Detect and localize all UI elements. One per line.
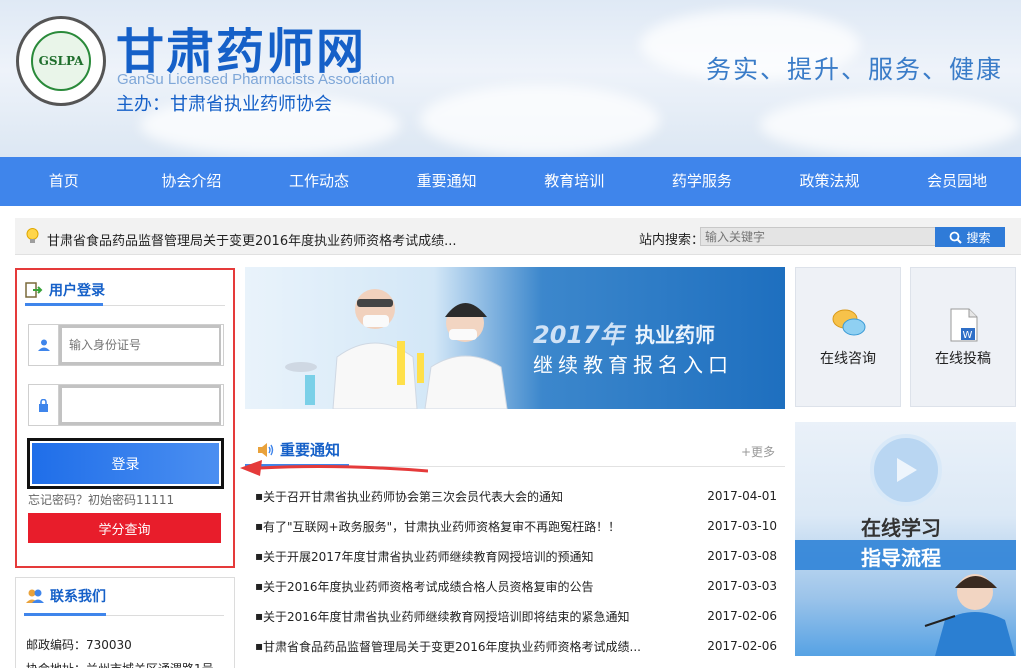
notice-list: ▪ 关于召开甘肃省执业药师协会第三次会员代表大会的通知 2017-04-01 ▪ 有了… — [255, 481, 777, 661]
list-item[interactable]: ▪ 关于开展2017年度甘肃省执业药师继续教育网授培训的预通知 2017-03-08 — [255, 541, 777, 571]
site-subtitle: GanSu Licensed Pharmacists Association — [117, 71, 395, 88]
play-triangle — [897, 458, 917, 482]
more-link[interactable]: +更多 — [741, 443, 775, 460]
id-field — [28, 324, 224, 366]
notice-title[interactable]: 关于2016年度甘肃省执业药师继续教育网授培训即将结束的紧急通知 — [263, 608, 697, 625]
lightbulb-icon — [26, 228, 39, 243]
annotation-arrow-icon — [240, 460, 428, 476]
notice-title[interactable]: 有了"互联网+政务服务"，甘肃执业药师资格复审不再跑冤枉路！！ — [263, 518, 697, 535]
svg-text:W: W — [963, 330, 973, 341]
notices-title-row: 重要通知 — [257, 439, 340, 460]
education-banner[interactable]: 2017年 执业药师 继续教育报名入口 — [245, 267, 785, 409]
notice-title[interactable]: 关于2016年度执业药师资格考试成绩合格人员资格复审的公告 — [263, 578, 697, 595]
cloud-decoration — [760, 95, 1020, 155]
contact-panel: 联系我们 邮政编码：730030 协会地址：兰州市城关区通渭路1号 — [15, 577, 235, 668]
logo-inner: GSLPA — [31, 31, 91, 91]
title-underline — [24, 613, 106, 616]
online-consult-tile[interactable]: 在线咨询 — [795, 267, 901, 407]
association-logo[interactable]: GSLPA — [16, 16, 106, 106]
search-input[interactable] — [700, 227, 936, 246]
notice-title[interactable]: 甘肃省食品药品监督管理局关于变更2016年度执业药师资格考试成绩... — [263, 638, 697, 655]
login-door-icon — [25, 282, 43, 298]
site-header: GSLPA 甘肃药师网 GanSu Licensed Pharmacists A… — [0, 0, 1021, 157]
scrolling-notice[interactable]: 甘肃省食品药品监督管理局关于变更2016年度执业药师资格考试成绩... — [47, 230, 456, 249]
user-icon — [37, 339, 50, 351]
banner-year: 2017年 — [533, 321, 624, 349]
search-button[interactable]: 搜索 — [935, 227, 1005, 247]
notices-title: 重要通知 — [280, 441, 341, 459]
notice-title[interactable]: 关于开展2017年度甘肃省执业药师继续教育网授培训的预通知 — [263, 548, 697, 565]
cloud-decoration — [420, 85, 660, 155]
nav-policy[interactable]: 政策法规 — [766, 157, 894, 206]
contact-title: 联系我们 — [50, 589, 106, 605]
notice-date: 2017-02-06 — [707, 609, 777, 623]
notice-date: 2017-03-10 — [707, 519, 777, 533]
id-number-input[interactable] — [59, 325, 221, 365]
online-study-panel[interactable]: 在线学习 指导流程 — [795, 422, 1016, 656]
lock-icon — [39, 398, 48, 412]
list-item[interactable]: ▪ 关于2016年度甘肃省执业药师继续教育网授培训即将结束的紧急通知 2017-02… — [255, 601, 777, 631]
list-item[interactable]: ▪ 有了"互联网+政务服务"，甘肃执业药师资格复审不再跑冤枉路！！ 2017-03-… — [255, 511, 777, 541]
scientists-illustration — [285, 289, 508, 409]
list-item[interactable]: ▪ 关于召开甘肃省执业药师协会第三次会员代表大会的通知 2017-04-01 — [255, 481, 777, 511]
contacts-icon — [26, 589, 44, 603]
postcode: 邮政编码：730030 — [26, 638, 132, 652]
online-consult-label: 在线咨询 — [820, 351, 876, 367]
login-title-row: 用户登录 — [25, 277, 105, 303]
lock-icon-box — [29, 385, 59, 425]
nav-members[interactable]: 会员园地 — [893, 157, 1021, 206]
login-title: 用户登录 — [49, 283, 105, 299]
notice-date: 2017-03-03 — [707, 579, 777, 593]
password-input[interactable] — [59, 385, 221, 425]
main-nav: 首页 协会介绍 工作动态 重要通知 教育培训 药学服务 政策法规 会员园地 — [0, 157, 1021, 206]
banner-tag: 执业药师 — [635, 323, 715, 347]
credit-query-button[interactable]: 学分查询 — [28, 513, 221, 543]
password-field — [28, 384, 224, 426]
chat-bubbles-icon — [832, 309, 866, 336]
search-icon — [950, 231, 963, 244]
site-slogan: 务实、提升、服务、健康 — [705, 55, 1003, 84]
login-button[interactable]: 登录 — [32, 443, 219, 484]
login-button-frame: 登录 — [27, 438, 224, 489]
play-icon — [870, 434, 942, 506]
login-panel: 用户登录 登录 忘记密码？初始密码11111 学分查询 — [15, 268, 235, 568]
notice-bar: 甘肃省食品药品监督管理局关于变更2016年度执业药师资格考试成绩... 站内搜索… — [15, 218, 1021, 255]
nav-pharmacy-service[interactable]: 药学服务 — [638, 157, 766, 206]
teacher-illustration — [924, 574, 1015, 656]
online-submission-tile[interactable]: W 在线投稿 — [910, 267, 1016, 407]
address: 协会地址：兰州市城关区通渭路1号 — [26, 660, 214, 668]
notice-title[interactable]: 关于召开甘肃省执业药师协会第三次会员代表大会的通知 — [263, 488, 697, 505]
nav-education[interactable]: 教育培训 — [511, 157, 639, 206]
site-host: 主办：甘肃省执业药师协会 — [116, 94, 332, 115]
user-icon-box — [29, 325, 59, 365]
notice-date: 2017-02-06 — [707, 639, 777, 653]
nav-work-news[interactable]: 工作动态 — [255, 157, 383, 206]
list-item[interactable]: ▪ 关于2016年度执业药师资格考试成绩合格人员资格复审的公告 2017-03-03 — [255, 571, 777, 601]
search-label: 站内搜索： — [639, 233, 705, 248]
notice-date: 2017-04-01 — [707, 489, 777, 503]
online-submission-label: 在线投稿 — [935, 351, 991, 367]
nav-about[interactable]: 协会介绍 — [128, 157, 256, 206]
nav-home[interactable]: 首页 — [0, 157, 128, 206]
notice-date: 2017-03-08 — [707, 549, 777, 563]
contact-title-row: 联系我们 — [26, 586, 106, 606]
document-icon: W — [950, 308, 978, 342]
list-item[interactable]: ▪ 甘肃省食品药品监督管理局关于变更2016年度执业药师资格考试成绩... 2017… — [255, 631, 777, 661]
banner-caption: 继续教育报名入口 — [533, 353, 733, 377]
title-underline — [25, 303, 103, 306]
study-line-1: 在线学习 — [861, 516, 941, 540]
search-button-label: 搜索 — [966, 230, 991, 245]
speaker-icon — [258, 442, 274, 457]
forgot-password-link[interactable]: 忘记密码？初始密码11111 — [28, 491, 174, 508]
nav-notices[interactable]: 重要通知 — [383, 157, 511, 206]
logo-abbr: GSLPA — [38, 54, 84, 68]
